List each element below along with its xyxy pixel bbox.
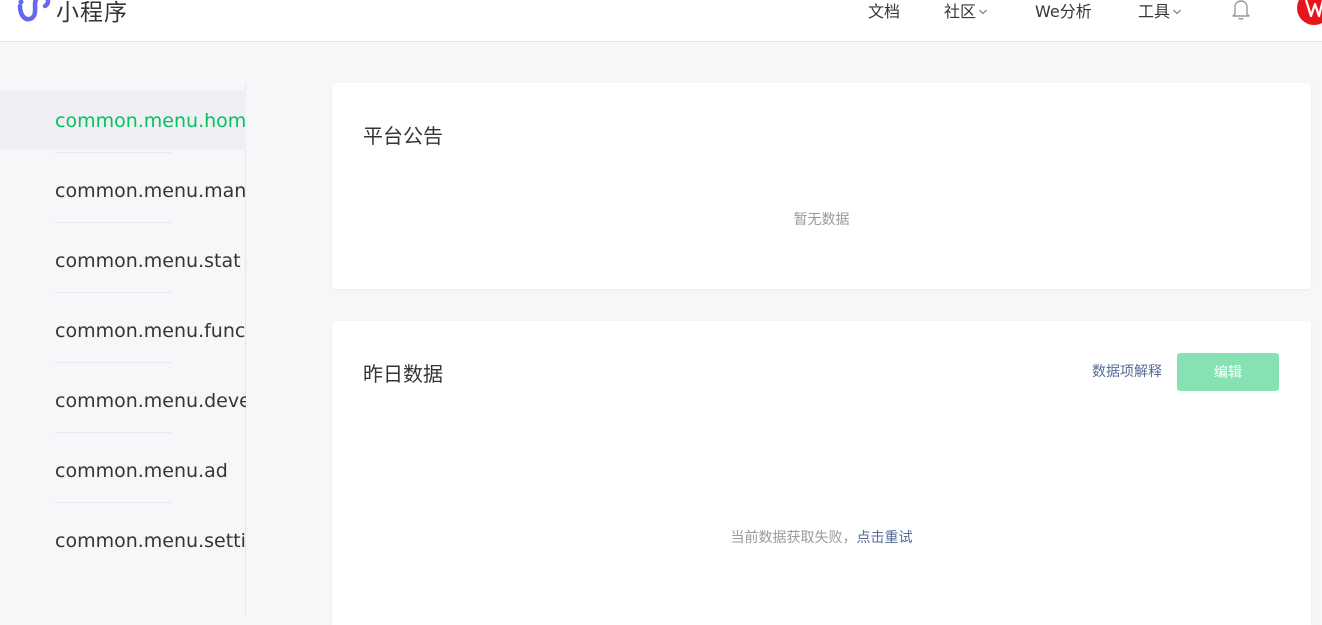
- announcement-title: 平台公告: [363, 124, 443, 148]
- brand[interactable]: 小程序: [14, 0, 128, 28]
- data-error-message: 当前数据获取失败，点击重试: [332, 527, 1311, 547]
- menu-divider: [55, 432, 171, 433]
- sidebar-item-ad[interactable]: common.menu.ad: [0, 440, 246, 500]
- nav-tools[interactable]: 工具: [1138, 0, 1182, 22]
- menu-divider: [55, 222, 171, 223]
- sidebar-item-label: common.menu.ad: [55, 460, 228, 482]
- retry-link[interactable]: 点击重试: [857, 530, 913, 546]
- edit-button[interactable]: 编辑: [1177, 353, 1279, 391]
- bell-icon[interactable]: [1231, 0, 1251, 21]
- sidebar-item-home[interactable]: common.menu.home: [0, 90, 246, 150]
- data-explain-link[interactable]: 数据项解释: [1092, 361, 1162, 381]
- nav-community-label: 社区: [944, 2, 977, 21]
- sidebar-item-label: common.menu.func: [55, 320, 246, 342]
- nav-we-analysis[interactable]: We分析: [1035, 0, 1092, 22]
- chevron-down-icon: [979, 9, 987, 14]
- sidebar-item-label: common.menu.stat: [55, 250, 241, 272]
- sidebar-item-label: common.menu.setting: [55, 530, 246, 552]
- chevron-down-icon: [1173, 9, 1181, 14]
- yesterday-data-card: 昨日数据 数据项解释 编辑 当前数据获取失败，点击重试: [332, 321, 1311, 625]
- nav-docs[interactable]: 文档: [868, 0, 900, 22]
- brand-name: 小程序: [56, 0, 128, 26]
- sidebar-item-func[interactable]: common.menu.func: [0, 300, 246, 360]
- miniprogram-logo-icon: [17, 0, 51, 22]
- menu-divider: [55, 362, 171, 363]
- sidebar-item-label: common.menu.home: [55, 110, 246, 132]
- nav-docs-label: 文档: [868, 2, 901, 21]
- announcement-card: 平台公告 暂无数据: [332, 83, 1311, 289]
- sidebar-item-develop[interactable]: common.menu.develop: [0, 370, 246, 430]
- sidebar-item-manage[interactable]: common.menu.manage: [0, 160, 246, 220]
- menu-divider: [55, 502, 171, 503]
- sidebar-item-label: common.menu.develop: [55, 390, 246, 412]
- top-header: 小程序 文档 社区 We分析 工具: [0, 0, 1322, 42]
- nav-community[interactable]: 社区: [944, 0, 988, 22]
- sidebar-item-stat[interactable]: common.menu.stat: [0, 230, 246, 290]
- sidebar-item-setting[interactable]: common.menu.setting: [0, 510, 246, 570]
- announcement-empty-text: 暂无数据: [793, 212, 850, 228]
- nav-tools-label: 工具: [1138, 2, 1171, 21]
- sidebar-item-label: common.menu.manage: [55, 180, 246, 202]
- nav-we-analysis-label: We分析: [1035, 2, 1092, 21]
- sidebar: common.menu.home common.menu.manage comm…: [0, 84, 246, 616]
- data-error-text: 当前数据获取失败，: [730, 530, 857, 546]
- menu-divider: [55, 292, 171, 293]
- menu-divider: [55, 152, 171, 153]
- yesterday-data-title: 昨日数据: [363, 362, 443, 386]
- avatar-icon[interactable]: [1296, 0, 1322, 26]
